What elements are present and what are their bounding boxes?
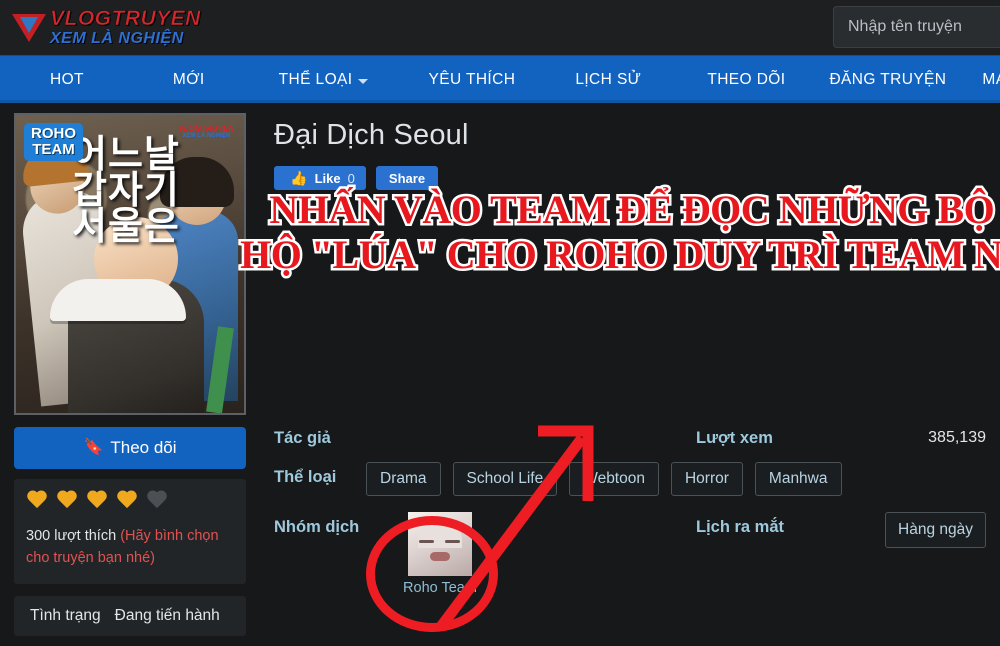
sidebar: 어느날 갑자기 서울은 ROHO TEAM VLOGTRUYEN XEM LÀ NG… [14, 113, 246, 636]
status-panel: Tình trạng Đang tiến hành [14, 595, 246, 636]
genre-tag[interactable]: Manhwa [754, 462, 842, 496]
cover-image[interactable]: 어느날 갑자기 서울은 ROHO TEAM VLOGTRUYEN XEM LÀ NG… [14, 113, 246, 415]
thumbs-up-icon: 👍 [290, 169, 308, 186]
genre-tag[interactable]: Drama [366, 462, 441, 496]
author-label: Tác giả [274, 429, 331, 447]
cover-korean-title: 어느날 갑자기 서울은 [72, 134, 180, 249]
badge-line-2: TEAM [32, 140, 75, 158]
info-table: Tác giả Lượt xem 385,139 Thể loại Drama … [274, 423, 986, 602]
nav-item-lich-su[interactable]: LỊCH SỬ [573, 56, 643, 103]
nav-item-theo-doi[interactable]: THEO DÕI [705, 56, 787, 103]
status-label: Tình trạng [30, 606, 101, 624]
site-logo[interactable]: VLOGTRUYEN XEM LÀ NGHIỆN [12, 8, 201, 47]
nav-label: HOT [50, 70, 84, 88]
genre-tag-list: Drama School Life Webtoon Horror Manhwa [366, 462, 986, 496]
nav-label: ĐĂNG TRUYỆN [829, 70, 947, 88]
nav-item-ma[interactable]: MA [980, 56, 1000, 103]
author-value [366, 423, 696, 429]
search-box[interactable] [833, 6, 1000, 48]
likes-count: 300 lượt thích [26, 528, 117, 544]
likes-line: 300 lượt thích (Hãy bình chọn cho truyện… [26, 525, 234, 570]
nav-item-dang-truyen[interactable]: ĐĂNG TRUYỆN [827, 56, 948, 103]
nav-label: MA [982, 70, 1000, 88]
watermark-bottom: XEM LÀ NGHIỆN [182, 133, 231, 139]
announcement-overlay: NHẤN VÀO TEAM ĐỂ ĐỌC NHỮNG BỘ KHÁC ỦNG H… [214, 184, 1000, 280]
nav-label: THEO DÕI [707, 70, 786, 88]
genre-tag[interactable]: Webtoon [569, 462, 659, 496]
schedule-value[interactable]: Hàng ngày [885, 512, 986, 548]
heart-icon-filled[interactable] [86, 491, 108, 511]
nav-label: THỂ LOẠI [278, 70, 353, 88]
search-input[interactable] [848, 18, 1000, 36]
heart-icon-filled[interactable] [56, 491, 78, 511]
badge-line-1: ROHO [31, 125, 76, 142]
schedule-label: Lịch ra mắt [696, 518, 785, 536]
announcement-line-2: HỘ "LÚA" CHO ROHO DUY TRÌ TEAM NHA CẢ NH… [238, 230, 1000, 280]
announcement-line-1: NHẤN VÀO TEAM ĐỂ ĐỌC NHỮNG BỘ KHÁC ỦNG [267, 184, 1000, 234]
follow-button-label: Theo dõi [110, 438, 177, 457]
group-avatar[interactable] [408, 512, 472, 576]
nav-item-yeu-thich[interactable]: YÊU THÍCH [426, 56, 517, 103]
cover-watermark: VLOGTRUYEN XEM LÀ NGHIỆN [178, 124, 234, 140]
detail-header: Đại Dịch Seoul 👍 Like 0 Share NHẤN VÀO T… [238, 119, 1000, 280]
site-header: VLOGTRUYEN XEM LÀ NGHIỆN [0, 0, 1000, 55]
bookmark-icon: 🔖 [83, 439, 104, 456]
watermark-top: VLOGTRUYEN [178, 124, 234, 133]
share-label: Share [388, 170, 426, 186]
genres-label: Thể loại [274, 468, 337, 486]
like-count: 0 [347, 170, 355, 186]
main-navigation: HOT MỚI THỂ LOẠI YÊU THÍCH LỊCH SỬ THEO … [0, 55, 1000, 103]
info-row-group: Nhóm dịch Roho Team Lịch ra mắt Hàng ngà… [274, 512, 986, 596]
follow-button[interactable]: 🔖 Theo dõi [14, 427, 246, 469]
heart-rating[interactable] [26, 491, 234, 511]
rating-panel: 300 lượt thích (Hãy bình chọn cho truyện… [14, 479, 246, 584]
views-value: 385,139 [928, 429, 986, 446]
group-label: Nhóm dịch [274, 518, 360, 536]
cover-cap [50, 279, 186, 321]
heart-icon-empty[interactable] [146, 491, 168, 511]
genre-tag[interactable]: Horror [670, 462, 743, 496]
nav-item-the-loai[interactable]: THỂ LOẠI [277, 56, 371, 103]
nav-item-hot[interactable]: HOT [48, 56, 86, 103]
heart-icon-filled[interactable] [26, 491, 48, 511]
logo-tagline: XEM LÀ NGHIỆN [50, 30, 184, 47]
roho-team-badge: ROHO TEAM [24, 123, 83, 161]
like-label: Like [314, 170, 341, 186]
page-title: Đại Dịch Seoul [274, 119, 469, 151]
page-content: 어느날 갑자기 서울은 ROHO TEAM VLOGTRUYEN XEM LÀ NG… [0, 103, 1000, 646]
nav-label: YÊU THÍCH [428, 70, 516, 88]
group-name[interactable]: Roho Team [403, 580, 477, 596]
chevron-down-icon [358, 78, 369, 84]
views-label: Lượt xem [696, 429, 773, 447]
nav-item-moi[interactable]: MỚI [171, 56, 207, 103]
translation-group[interactable]: Roho Team [394, 512, 486, 596]
avatar-eye-right-icon [445, 540, 460, 543]
nav-label: MỚI [172, 70, 205, 88]
avatar-eye-left-icon [419, 540, 434, 543]
status-value: Đang tiến hành [114, 606, 220, 624]
play-triangle-icon [12, 11, 46, 45]
heart-icon-filled[interactable] [116, 491, 138, 511]
facebook-share-button[interactable]: Share [376, 166, 438, 190]
genre-tag[interactable]: School Life [452, 462, 558, 496]
info-row-genres: Thể loại Drama School Life Webtoon Horro… [274, 462, 986, 496]
facebook-like-button[interactable]: 👍 Like 0 [274, 166, 366, 190]
nav-label: LỊCH SỬ [575, 70, 642, 88]
social-buttons: 👍 Like 0 Share [274, 166, 1000, 190]
logo-title: VLOGTRUYEN [50, 7, 201, 30]
info-row-author: Tác giả Lượt xem 385,139 [274, 423, 986, 448]
